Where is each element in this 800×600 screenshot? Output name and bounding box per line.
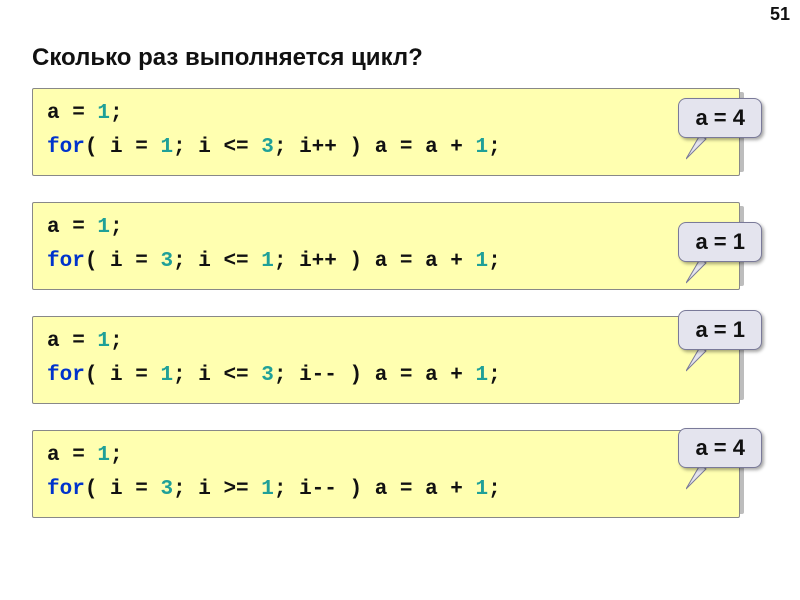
- code-examples: a = 1; for( i = 1; i <= 3; i++ ) a = a +…: [32, 88, 756, 544]
- answer-callout-1: a = 4: [678, 98, 762, 138]
- code-line-3a: a = 1;: [47, 330, 123, 353]
- answer-callout-3: a = 1: [678, 310, 762, 350]
- code-line-4a: a = 1;: [47, 444, 123, 467]
- code-line-2a: a = 1;: [47, 216, 123, 239]
- code-line-2b: for( i = 3; i <= 1; i++ ) a = a + 1;: [47, 250, 501, 273]
- example-2: a = 1; for( i = 3; i <= 1; i++ ) a = a +…: [32, 202, 756, 290]
- code-line-4b: for( i = 3; i >= 1; i-- ) a = a + 1;: [47, 478, 501, 501]
- slide-title: Сколько раз выполняется цикл?: [32, 44, 423, 72]
- answer-callout-2: a = 1: [678, 222, 762, 262]
- page-number: 51: [770, 4, 790, 25]
- answer-callout-4: a = 4: [678, 428, 762, 468]
- code-line-3b: for( i = 1; i <= 3; i-- ) a = a + 1;: [47, 364, 501, 387]
- example-1: a = 1; for( i = 1; i <= 3; i++ ) a = a +…: [32, 88, 756, 176]
- code-box-1: a = 1; for( i = 1; i <= 3; i++ ) a = a +…: [32, 88, 740, 176]
- code-line-1b: for( i = 1; i <= 3; i++ ) a = a + 1;: [47, 136, 501, 159]
- code-line-1a: a = 1;: [47, 102, 123, 125]
- code-box-4: a = 1; for( i = 3; i >= 1; i-- ) a = a +…: [32, 430, 740, 518]
- code-box-2: a = 1; for( i = 3; i <= 1; i++ ) a = a +…: [32, 202, 740, 290]
- code-box-3: a = 1; for( i = 1; i <= 3; i-- ) a = a +…: [32, 316, 740, 404]
- example-4: a = 1; for( i = 3; i >= 1; i-- ) a = a +…: [32, 430, 756, 518]
- example-3: a = 1; for( i = 1; i <= 3; i-- ) a = a +…: [32, 316, 756, 404]
